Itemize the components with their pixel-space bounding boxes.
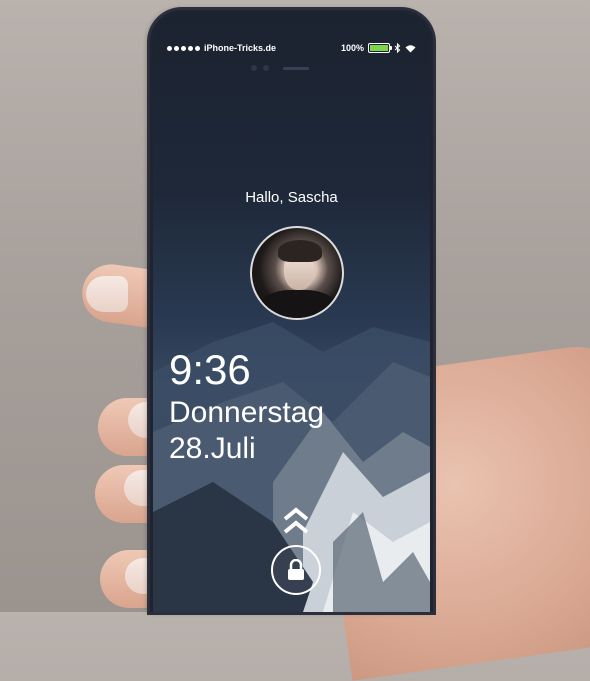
front-camera (251, 65, 257, 71)
carrier-label: iPhone-Tricks.de (204, 43, 277, 53)
bluetooth-icon (394, 43, 401, 53)
finger-nail (86, 276, 128, 312)
earpiece-speaker (283, 67, 309, 70)
unlock-button[interactable] (271, 545, 321, 595)
front-sensor (263, 65, 269, 71)
lock-screen-time: 9:36 (169, 346, 251, 393)
double-chevron-up-icon[interactable] (280, 505, 312, 537)
lock-icon (288, 559, 304, 580)
wifi-icon (405, 44, 416, 52)
status-bar: iPhone-Tricks.de 100% (167, 41, 416, 55)
status-bar-right: 100% (341, 43, 416, 53)
lock-screen-weekday: Donnerstag (169, 396, 325, 429)
user-avatar (250, 226, 344, 320)
lock-screen-date: 28.Juli (169, 432, 256, 465)
battery-percent: 100% (340, 43, 364, 53)
battery-icon (368, 43, 392, 53)
lock-screen: iPhone-Tricks.de 100% Hallo, Sascha 9:36… (153, 13, 430, 612)
greeting-text: Hallo, Sascha (245, 189, 338, 206)
signal-strength-icon (167, 45, 200, 51)
battery-level-fill (370, 45, 388, 51)
status-bar-left: iPhone-Tricks.de (167, 43, 276, 53)
phone-device: iPhone-Tricks.de 100% Hallo, Sascha 9:36… (150, 10, 433, 612)
